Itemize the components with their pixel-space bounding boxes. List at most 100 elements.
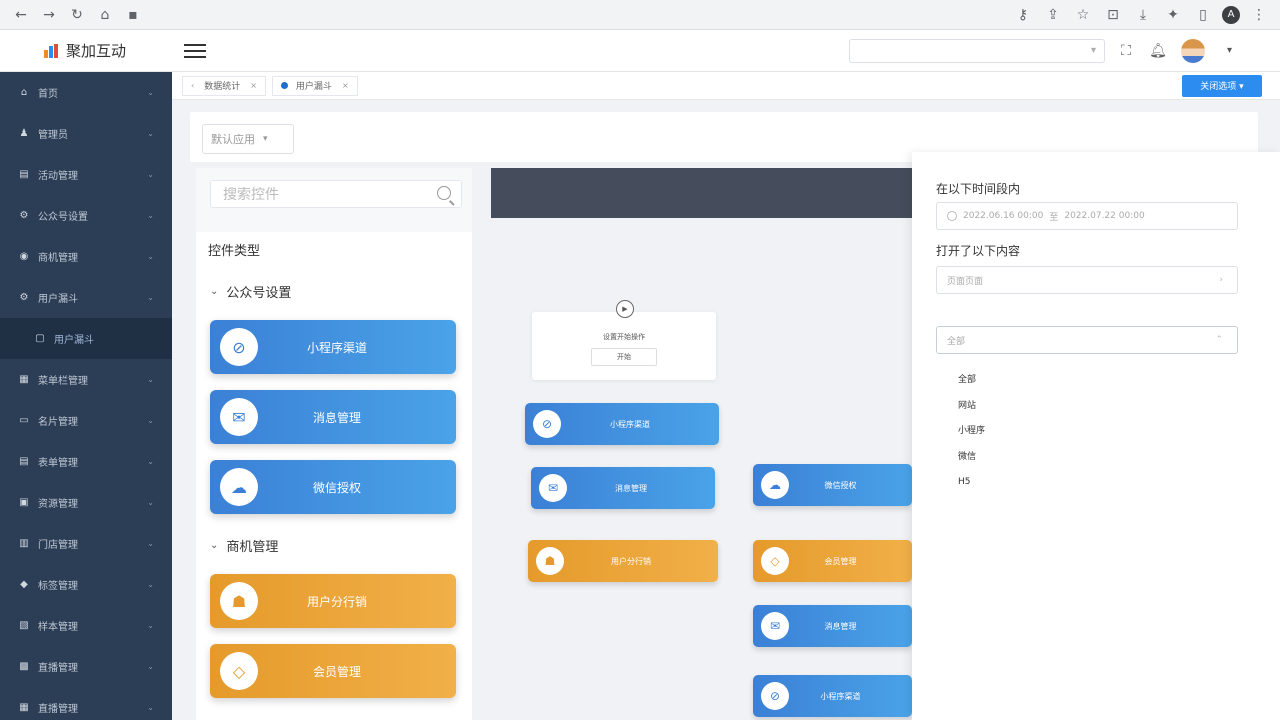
start-node-text: 设置开始操作: [603, 333, 645, 341]
palette-group-title[interactable]: ⌄ 公众号设置: [210, 282, 291, 301]
tab-label: 数据统计: [204, 82, 241, 92]
search-placeholder: 搜索控件: [223, 187, 279, 203]
palette-group-title[interactable]: ⌄ 商机管理: [210, 536, 278, 555]
tab-user-funnel[interactable]: 用户漏斗 ×: [271, 75, 358, 96]
flow-node[interactable]: ☁ 微信授权: [753, 464, 912, 506]
palette-widget[interactable]: ☁ 微信授权: [210, 460, 456, 514]
node-label: 小程序渠道: [610, 419, 650, 429]
lock-icon[interactable]: ▪: [122, 4, 144, 26]
link-icon: ⊘: [533, 410, 561, 438]
sidebar-item[interactable]: ♟ 管理员 ⌄: [0, 113, 172, 154]
widget-palette: 搜索控件 控件类型 ⌄ 公众号设置 ⊘ 小程序渠道 ✉ 消息管理 ☁ 微信授权 ⌄ 商机管理 ☗ 用户…: [196, 168, 472, 720]
menu-toggle-icon[interactable]: [184, 43, 206, 58]
channel-option[interactable]: 网站: [958, 396, 985, 422]
wechat-icon: ☁: [761, 471, 789, 499]
app-select[interactable]: 默认应用 ▾: [202, 124, 294, 154]
tab-close-icon[interactable]: ×: [342, 81, 349, 90]
channel-select[interactable]: 全部 ⌃: [936, 326, 1238, 354]
reload-icon[interactable]: ↻: [66, 4, 88, 26]
sidebar-item[interactable]: ▢ 用户漏斗: [0, 318, 172, 359]
sidebar-item[interactable]: ⌂ 首页 ⌄: [0, 72, 172, 113]
home-icon[interactable]: ⌂: [94, 4, 116, 26]
sidebar-item[interactable]: ▦ 菜单栏管理 ⌄: [0, 359, 172, 400]
widget-label: 消息管理: [312, 410, 361, 425]
download-icon[interactable]: ⤓: [1132, 4, 1154, 26]
start-button[interactable]: 开始: [591, 348, 657, 366]
sidebar-item[interactable]: ▤ 活动管理 ⌄: [0, 154, 172, 195]
sidebar-item[interactable]: ◉ 商机管理 ⌄: [0, 236, 172, 277]
flow-node[interactable]: ◇ 会员管理: [753, 540, 912, 582]
tab-close-icon[interactable]: ×: [250, 81, 257, 90]
back-icon[interactable]: ←: [10, 4, 32, 26]
settings-drawer: 在以下时间段内 2022.06.16 00:00 至 2022.07.22 00…: [912, 152, 1280, 720]
forward-icon[interactable]: →: [38, 4, 60, 26]
palette-widget[interactable]: ⊘ 小程序渠道: [210, 320, 456, 374]
tabs-bar: ‹ 数据统计 × 用户漏斗 × 关闭选项 ▾: [172, 72, 1280, 100]
widget-search-input[interactable]: 搜索控件: [210, 180, 462, 208]
palette-widget[interactable]: ☗ 用户分行销: [210, 574, 456, 628]
sidebar-item-label: 菜单栏管理: [38, 376, 88, 387]
header-search-select[interactable]: ▾: [848, 38, 1105, 63]
sidebar-item[interactable]: ⚙ 用户漏斗 ⌄: [0, 277, 172, 318]
channel-option[interactable]: 微信: [958, 447, 985, 473]
avatar[interactable]: [1180, 38, 1205, 63]
chevron-up-icon: ⌃: [1215, 335, 1223, 345]
channel-option[interactable]: 全部: [958, 370, 985, 396]
sidebar-item-label: 首页: [38, 89, 58, 100]
channel-option[interactable]: H5: [958, 472, 985, 498]
palette-panel: 控件类型 ⌄ 公众号设置 ⊘ 小程序渠道 ✉ 消息管理 ☁ 微信授权 ⌄ 商机管理 ☗ 用户分行销 ◇ 会…: [196, 232, 472, 720]
org-chart-icon: ☗: [536, 547, 564, 575]
sidebar-item[interactable]: ▩ 直播管理 ⌄: [0, 646, 172, 687]
sidebar-item-label: 表单管理: [38, 458, 78, 469]
channel-option[interactable]: 小程序: [958, 421, 985, 447]
share-icon[interactable]: ⇪: [1042, 4, 1064, 26]
mail-icon: ✉: [761, 612, 789, 640]
bell-icon[interactable]: 🔔︎: [1147, 40, 1169, 62]
flow-canvas[interactable]: ▶ 设置开始操作 开始 ⊘ 小程序渠道 ✉ 消息管理 ☗ 用户分行销 ☁ 微信授权 ◇ 会员管理 ✉…: [476, 168, 912, 720]
sidebar-item-label: 公众号设置: [38, 212, 88, 223]
sidebar-item-label: 资源管理: [38, 499, 78, 510]
flow-node[interactable]: ⊘ 小程序渠道: [525, 403, 719, 445]
flow-node[interactable]: ✉ 消息管理: [753, 605, 912, 647]
date-range-picker[interactable]: 2022.06.16 00:00 至 2022.07.22 00:00: [936, 202, 1238, 230]
browser-menu-icon[interactable]: ⋮: [1248, 4, 1270, 26]
funnel-sub-icon: ▢: [35, 333, 45, 344]
widget-label: 小程序渠道: [306, 340, 367, 355]
flow-node[interactable]: ☗ 用户分行销: [528, 540, 718, 582]
sidebar-item[interactable]: ⚙ 公众号设置 ⌄: [0, 195, 172, 236]
wechat-icon: ☁: [220, 468, 258, 506]
key-icon[interactable]: ⚷: [1012, 4, 1034, 26]
sidebar-item[interactable]: ◆ 标签管理 ⌄: [0, 564, 172, 605]
close-tabs-button[interactable]: 关闭选项 ▾: [1182, 74, 1262, 97]
palette-widget[interactable]: ◇ 会员管理: [210, 644, 456, 698]
sidebar-item[interactable]: ▦ 直播管理 ⌄: [0, 687, 172, 720]
play-icon[interactable]: ▶: [616, 300, 634, 318]
sidebar-item[interactable]: ▭ 名片管理 ⌄: [0, 400, 172, 441]
content-select[interactable]: 页面页面 ›: [936, 266, 1238, 294]
search-icon[interactable]: [437, 186, 451, 200]
sidebar-item-label: 商机管理: [38, 253, 78, 264]
fullscreen-icon[interactable]: ⛶: [1115, 40, 1137, 62]
chevron-down-icon: ⌄: [147, 457, 154, 466]
date-start: 2022.06.16 00:00: [963, 211, 1044, 221]
sample-icon: ▧: [19, 620, 29, 631]
user-menu-caret-icon[interactable]: ▾: [1227, 45, 1232, 56]
start-node[interactable]: ▶ 设置开始操作 开始: [532, 300, 716, 380]
palette-widget[interactable]: ✉ 消息管理: [210, 390, 456, 444]
flow-node[interactable]: ✉ 消息管理: [531, 467, 715, 509]
sidebar-item[interactable]: ▥ 门店管理 ⌄: [0, 523, 172, 564]
sidepanel-icon[interactable]: ▯: [1192, 4, 1214, 26]
home-icon: ⌂: [20, 87, 28, 98]
sidebar-item[interactable]: ▣ 资源管理 ⌄: [0, 482, 172, 523]
screenshot-icon[interactable]: ⊡: [1102, 4, 1124, 26]
flow-node[interactable]: ⊘ 小程序渠道: [753, 675, 912, 717]
extensions-icon[interactable]: ✦: [1162, 4, 1184, 26]
sidebar-item[interactable]: ▧ 样本管理 ⌄: [0, 605, 172, 646]
group-label: 商机管理: [226, 540, 279, 555]
mail-icon: ✉: [220, 398, 258, 436]
star-icon[interactable]: ☆: [1072, 4, 1094, 26]
logo[interactable]: 聚加互动: [0, 40, 172, 61]
tab-data-statistics[interactable]: ‹ 数据统计 ×: [182, 75, 266, 96]
browser-profile-avatar[interactable]: A: [1222, 5, 1240, 24]
sidebar-item[interactable]: ▤ 表单管理 ⌄: [0, 441, 172, 482]
